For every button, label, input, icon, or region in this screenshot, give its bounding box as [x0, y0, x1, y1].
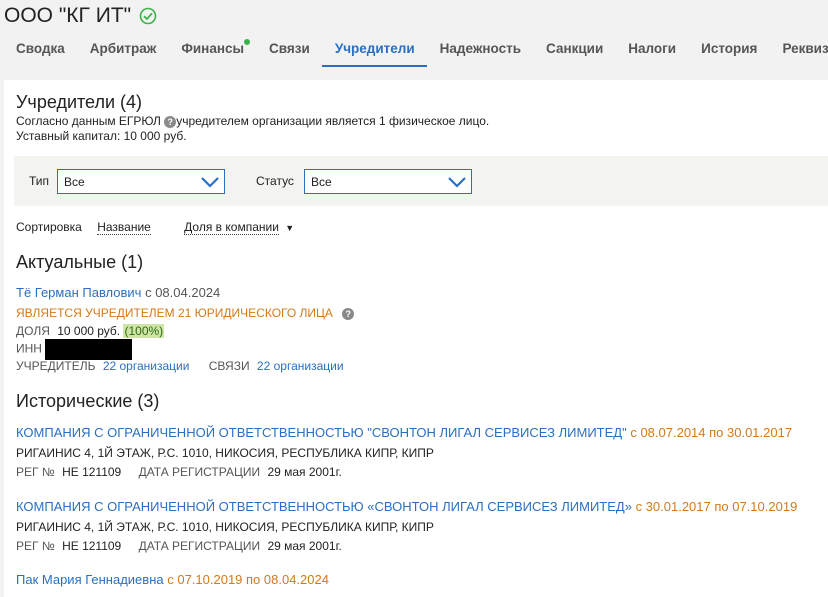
tab-sanctions[interactable]: Санкции: [546, 36, 603, 67]
capital-text: Уставный капитал: 10 000 руб.: [16, 129, 187, 143]
share-row: ДОЛЯ 10 000 руб. (100%): [16, 324, 165, 338]
section-note: Согласно данным ЕГРЮЛ ? учредителем орган…: [16, 114, 489, 128]
verified-check-icon: [139, 7, 157, 25]
page-header: ООО "КГ ИТ" Сводка Арбитраж Финансы Связ…: [0, 0, 828, 80]
inn-label: ИНН: [16, 341, 42, 356]
tab-finance[interactable]: Финансы: [181, 36, 251, 67]
historical-1-reg-row: РЕГ № НЕ 121109 ДАТА РЕГИСТРАЦИИ 29 мая …: [16, 465, 342, 479]
tab-reliability[interactable]: Надежность: [440, 36, 521, 67]
type-filter-select[interactable]: Все: [57, 169, 225, 194]
founders-panel: Учредители (4) Согласно данным ЕГРЮЛ ? уч…: [4, 80, 828, 597]
sort-by-name[interactable]: Название: [97, 220, 151, 235]
company-name: ООО "КГ ИТ": [4, 4, 132, 27]
tab-arbitration[interactable]: Арбитраж: [90, 36, 157, 67]
status-filter-select[interactable]: Все: [304, 169, 472, 194]
section-title: Учредители (4): [16, 92, 143, 112]
help-icon[interactable]: ?: [342, 307, 355, 320]
historical-2-reg-row: РЕГ № НЕ 121109 ДАТА РЕГИСТРАЦИИ 29 мая …: [16, 539, 342, 553]
chevron-down-icon: [448, 177, 466, 188]
reg-label: РЕГ №: [16, 465, 55, 479]
historical-title: Исторические (3): [16, 391, 160, 411]
tab-requisites[interactable]: Реквизи: [782, 36, 828, 67]
tab-taxes[interactable]: Налоги: [628, 36, 676, 67]
links-orgs-link[interactable]: 22 организации: [257, 359, 344, 373]
reg-date-value: 29 мая 2001г.: [267, 465, 342, 479]
historical-3-period: с 07.10.2019 по 08.04.2024: [167, 572, 329, 587]
tab-summary[interactable]: Сводка: [16, 36, 65, 67]
help-icon[interactable]: ?: [164, 115, 177, 128]
reg-label: РЕГ №: [16, 539, 55, 553]
historical-item-3: Пак Мария Геннадиевна с 07.10.2019 по 08…: [16, 572, 329, 587]
historical-item-2: КОМПАНИЯ С ОГРАНИЧЕННОЙ ОТВЕТСТВЕННОСТЬЮ…: [16, 499, 797, 514]
person-note: ЯВЛЯЕТСЯ УЧРЕДИТЕЛЕМ 21 ЮРИДИЧЕСКОГО ЛИЦ…: [16, 306, 355, 320]
person-note-text: ЯВЛЯЕТСЯ УЧРЕДИТЕЛЕМ 21 ЮРИДИЧЕСКОГО ЛИЦ…: [16, 306, 333, 320]
tab-bar: Сводка Арбитраж Финансы Связи Учредители…: [0, 36, 828, 68]
tab-founders[interactable]: Учредители: [321, 36, 427, 67]
person-since: с 08.04.2024: [145, 285, 221, 300]
current-title: Актуальные (1): [16, 252, 144, 272]
filters-bar: Тип Все Статус Все: [14, 156, 828, 206]
status-filter-value: Все: [311, 175, 332, 189]
tab-finance-label: Финансы: [181, 41, 245, 56]
historical-item-1: КОМПАНИЯ С ОГРАНИЧЕННОЙ ОТВЕТСТВЕННОСТЬЮ…: [16, 425, 792, 440]
historical-2-name-link[interactable]: КОМПАНИЯ С ОГРАНИЧЕННОЙ ОТВЕТСТВЕННОСТЬЮ…: [16, 499, 632, 514]
share-value: 10 000 руб.: [57, 324, 121, 338]
founder-links-row: УЧРЕДИТЕЛЬ 22 организации СВЯЗИ 22 орган…: [16, 359, 344, 373]
historical-1-period: с 08.07.2014 по 30.01.2017: [630, 425, 793, 440]
chevron-down-icon: [201, 177, 219, 188]
type-filter-value: Все: [64, 175, 85, 189]
reg-value: НЕ 121109: [62, 465, 122, 479]
sort-caret-icon: ▼: [285, 223, 295, 233]
tab-history[interactable]: История: [701, 36, 757, 67]
sort-bar: Сортировка Название Доля в компании ▼: [16, 220, 295, 235]
inn-row: ИНН: [16, 339, 133, 360]
links-label: СВЯЗИ: [208, 359, 250, 373]
note-prefix: Согласно данным ЕГРЮЛ: [16, 114, 161, 128]
historical-3-name-link[interactable]: Пак Мария Геннадиевна: [16, 572, 164, 587]
sort-label: Сортировка: [16, 220, 82, 234]
historical-2-period: с 30.01.2017 по 07.10.2019: [635, 499, 798, 514]
share-label: ДОЛЯ: [16, 324, 50, 338]
founder-label: УЧРЕДИТЕЛЬ: [16, 359, 96, 373]
founder-orgs-link[interactable]: 22 организации: [103, 359, 190, 373]
reg-date-value: 29 мая 2001г.: [267, 539, 342, 553]
redacted-inn: [45, 339, 133, 360]
status-filter-label: Статус: [256, 174, 294, 188]
share-percent: (100%): [123, 324, 165, 338]
note-suffix: учредителем организации является 1 физич…: [176, 114, 490, 128]
current-person-row: Тё Герман Павлович с 08.04.2024: [16, 285, 220, 300]
type-filter-label: Тип: [29, 174, 50, 188]
notification-dot-icon: [244, 39, 251, 45]
historical-2-address: РИГАИНИС 4, 1Й ЭТАЖ, Р.С. 1010, НИКОСИЯ,…: [16, 520, 434, 534]
historical-1-name-link[interactable]: КОМПАНИЯ С ОГРАНИЧЕННОЙ ОТВЕТСТВЕННОСТЬЮ…: [16, 425, 627, 440]
tab-links[interactable]: Связи: [269, 36, 310, 67]
reg-date-label: ДАТА РЕГИСТРАЦИИ: [138, 539, 261, 553]
person-name-link[interactable]: Тё Герман Павлович: [16, 285, 141, 300]
company-title: ООО "КГ ИТ": [4, 4, 157, 28]
reg-date-label: ДАТА РЕГИСТРАЦИИ: [138, 465, 261, 479]
sort-by-share[interactable]: Доля в компании: [184, 220, 279, 235]
historical-1-address: РИГАИНИС 4, 1Й ЭТАЖ, Р.С. 1010, НИКОСИЯ,…: [16, 446, 434, 460]
reg-value: НЕ 121109: [62, 539, 122, 553]
